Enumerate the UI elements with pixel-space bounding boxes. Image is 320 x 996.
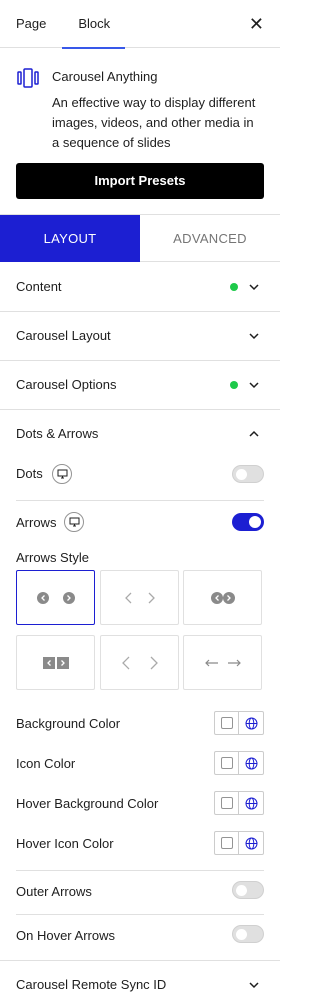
color-swatch [220, 717, 233, 729]
joined-round-arrows-icon [210, 591, 235, 604]
block-title: Carousel Anything [52, 69, 158, 84]
dots-toggle[interactable] [232, 465, 264, 483]
globe-icon [245, 837, 257, 849]
panel-remote-sync[interactable]: Carousel Remote Sync ID [0, 960, 280, 996]
panel-carousel-options-label: Carousel Options [16, 377, 117, 392]
hover-icon-color-row: Hover Icon Color [16, 831, 264, 855]
background-color-label: Background Color [16, 716, 121, 731]
global-color-button[interactable] [239, 752, 263, 774]
hover-background-color-row: Hover Background Color [16, 791, 264, 815]
chevron-arrows-icon [124, 592, 155, 603]
arrows-row: Arrows [16, 512, 264, 532]
status-dot [230, 283, 238, 291]
arrow-style-option-3[interactable] [183, 570, 262, 625]
background-color-control [214, 711, 264, 735]
chevron-down-icon [249, 382, 259, 389]
outer-arrows-label: Outer Arrows [16, 884, 92, 899]
hover-background-color-label: Hover Background Color [16, 796, 159, 811]
arrow-style-option-4[interactable] [16, 635, 95, 690]
square-arrows-icon [42, 656, 69, 669]
desktop-icon[interactable] [52, 464, 72, 484]
chevron-down-icon [249, 982, 259, 989]
arrows-toggle[interactable] [232, 513, 264, 531]
divider [16, 914, 264, 915]
panel-carousel-options[interactable]: Carousel Options [0, 361, 280, 410]
tab-layout[interactable]: LAYOUT [0, 215, 140, 262]
block-description: An effective way to display different im… [52, 95, 256, 150]
panel-carousel-layout-label: Carousel Layout [16, 328, 111, 343]
chevron-down-icon [249, 333, 259, 340]
panel-content-label: Content [16, 279, 62, 294]
line-arrows-icon [204, 659, 241, 666]
desktop-icon[interactable] [64, 512, 84, 532]
mode-tabs: LAYOUT ADVANCED [0, 214, 280, 262]
arrows-label: Arrows [16, 515, 57, 530]
close-icon[interactable]: ✕ [249, 14, 264, 34]
hover-background-color-control [214, 791, 264, 815]
global-color-button[interactable] [239, 792, 263, 814]
icon-color-row: Icon Color [16, 751, 264, 775]
dots-label: Dots [16, 466, 43, 481]
round-arrows-icon [36, 591, 75, 604]
globe-icon [245, 797, 257, 809]
carousel-icon [17, 68, 39, 88]
status-dot [230, 381, 238, 389]
on-hover-arrows-label: On Hover Arrows [16, 928, 115, 943]
color-swatch [220, 837, 233, 849]
panel-content[interactable]: Content [0, 263, 280, 312]
tab-advanced[interactable]: ADVANCED [140, 215, 280, 262]
import-presets-button[interactable]: Import Presets [16, 163, 264, 199]
color-swatch-button[interactable] [215, 832, 240, 854]
globe-icon [245, 757, 257, 769]
panel-dots-arrows-label: Dots & Arrows [16, 426, 99, 441]
chevron-up-icon [249, 430, 259, 437]
global-color-button[interactable] [239, 832, 263, 854]
hover-icon-color-label: Hover Icon Color [16, 836, 114, 851]
divider [16, 870, 264, 871]
hover-icon-color-control [214, 831, 264, 855]
background-color-row: Background Color [16, 711, 264, 735]
icon-color-control [214, 751, 264, 775]
block-card: Carousel Anything An effective way to di… [0, 48, 280, 169]
panel-remote-sync-label: Carousel Remote Sync ID [16, 977, 167, 992]
arrow-style-option-6[interactable] [183, 635, 262, 690]
large-chevron-arrows-icon [121, 656, 158, 669]
color-swatch [220, 757, 233, 769]
globe-icon [245, 717, 257, 729]
dots-row: Dots [16, 464, 264, 484]
on-hover-arrows-row: On Hover Arrows [16, 925, 264, 945]
outer-arrows-toggle[interactable] [232, 881, 264, 899]
tab-page[interactable]: Page [0, 0, 62, 48]
chevron-down-icon [249, 284, 259, 291]
panel-dots-arrows[interactable]: Dots & Arrows [0, 410, 280, 459]
outer-arrows-row: Outer Arrows [16, 881, 264, 901]
color-swatch-button[interactable] [215, 752, 240, 774]
color-swatch-button[interactable] [215, 712, 240, 734]
arrow-style-option-5[interactable] [100, 635, 179, 690]
sidebar-tabs: Page Block ✕ [0, 0, 280, 49]
on-hover-arrows-toggle[interactable] [232, 925, 264, 943]
color-swatch [220, 797, 233, 809]
divider [16, 500, 264, 501]
arrow-style-option-1[interactable] [16, 570, 95, 625]
arrow-style-option-2[interactable] [100, 570, 179, 625]
panel-carousel-layout[interactable]: Carousel Layout [0, 312, 280, 361]
arrows-style-label: Arrows Style [16, 550, 89, 565]
icon-color-label: Icon Color [16, 756, 76, 771]
global-color-button[interactable] [239, 712, 263, 734]
tab-block[interactable]: Block [62, 0, 125, 49]
color-swatch-button[interactable] [215, 792, 240, 814]
